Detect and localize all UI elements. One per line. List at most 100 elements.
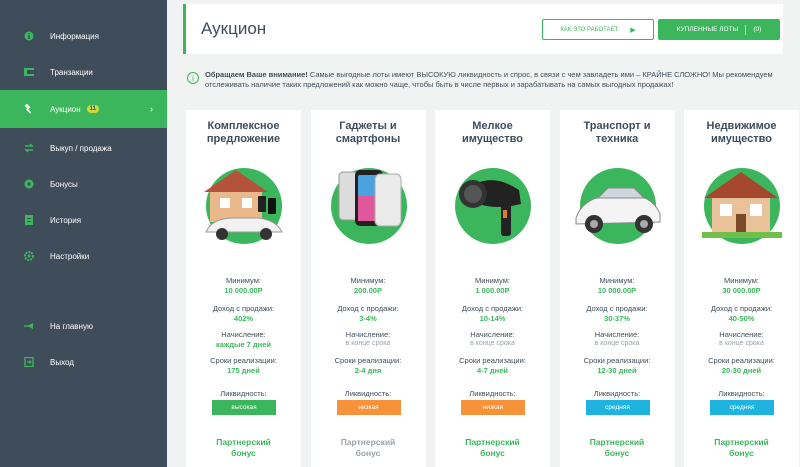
terms-label: Сроки реализации:	[708, 356, 775, 365]
sidebar-item-bonuses[interactable]: Бонусы	[0, 166, 167, 202]
hammer-icon	[24, 104, 34, 114]
text-span: техника	[595, 133, 639, 145]
how-it-works-button[interactable]: КАК ЭТО РАБОТАЕТ ▶	[542, 19, 654, 40]
terms-value: 4-7 дней	[477, 366, 508, 375]
sidebar-item-label: Информация	[50, 31, 99, 41]
accrual-label: Начисление:	[470, 330, 515, 339]
divider	[745, 24, 747, 35]
income-value: 30-37%	[604, 314, 630, 323]
lot-card[interactable]: Транспорт и техника Минимум: 10 000.00Р Д…	[559, 110, 675, 467]
text-span: бонус	[480, 448, 505, 458]
history-icon	[24, 215, 34, 225]
purchased-lots-label: КУПЛЕННЫЕ ЛОТЫ	[676, 26, 739, 33]
info-icon: i	[187, 72, 199, 84]
liquidity-badge: средняя	[710, 400, 774, 415]
sidebar-item-info[interactable]: Информация	[0, 18, 167, 54]
text-span: предложение	[206, 133, 281, 145]
bonus-icon	[24, 179, 34, 189]
purchased-lots-count: (0)	[753, 26, 762, 33]
terms-label: Сроки реализации:	[583, 356, 651, 365]
house-car-icon	[204, 168, 283, 244]
min-label: Минимум:	[226, 276, 261, 285]
accrual-value: в конце срока	[719, 340, 764, 347]
sidebar-item-label: Аукцион	[50, 104, 81, 114]
partner-bonus-label: Партнерский бонус	[684, 437, 799, 459]
sidebar-item-logout[interactable]: Выход	[0, 344, 167, 380]
liquidity-label: Ликвидность:	[718, 389, 765, 398]
text-span: имущество	[462, 133, 523, 145]
text-span: смартфоны	[335, 133, 401, 145]
lot-card[interactable]: Комплексное предложение Минимум: 10 000.0…	[186, 110, 301, 467]
page-title: Аукцион	[201, 19, 267, 38]
liquidity-badge: высокая	[212, 400, 276, 415]
exchange-icon	[24, 143, 34, 153]
sidebar-item-settings[interactable]: Настройки	[0, 238, 167, 274]
lot-card[interactable]: Недвижимое имущество Минимум: 30 000.00Р …	[684, 110, 799, 467]
liquidity-badge: низкая	[336, 400, 401, 415]
terms-value: 20-30 дней	[721, 366, 762, 375]
min-value: 10 000.00Р	[597, 286, 637, 295]
income-value: 40-50%	[728, 314, 755, 323]
lot-card-title: Комплексное предложение	[186, 120, 301, 146]
terms-label: Сроки реализации:	[459, 356, 526, 365]
min-label: Минимум:	[724, 276, 759, 285]
terms-value: 175 дней	[227, 366, 260, 375]
sidebar-item-label: Настройки	[50, 251, 90, 261]
income-value: 10-14%	[479, 314, 506, 323]
text-span: Мелкое	[472, 120, 513, 132]
text-span: Гаджеты и	[339, 120, 397, 132]
income-label: Доход с продажи:	[710, 304, 773, 313]
sidebar-item-home[interactable]: На главную	[0, 308, 167, 344]
accrual-label: Начисление:	[719, 330, 764, 339]
min-label: Минимум:	[475, 276, 510, 285]
income-value: 3-4%	[359, 314, 377, 323]
page-header: Аукцион КАК ЭТО РАБОТАЕТ ▶ КУПЛЕННЫЕ ЛОТ…	[183, 4, 783, 54]
sidebar-item-label: На главную	[50, 321, 93, 331]
text-span: Партнерский	[216, 437, 271, 447]
sidebar-item-auction[interactable]: Аукцион 11 ›	[0, 90, 167, 128]
accrual-label: Начисление:	[221, 330, 266, 339]
purchased-lots-button[interactable]: КУПЛЕННЫЕ ЛОТЫ (0)	[658, 19, 780, 40]
liquidity-label: Ликвидность:	[593, 389, 641, 398]
accrual-value: в конце срока	[594, 340, 640, 347]
sidebar-item-label: Бонусы	[50, 179, 78, 189]
play-icon: ▶	[630, 26, 636, 34]
settings-icon	[24, 251, 34, 261]
liquidity-label: Ликвидность:	[344, 389, 392, 398]
transactions-icon	[24, 67, 34, 77]
lot-card-title: Транспорт и техника	[560, 120, 675, 146]
income-label: Доход с продажи:	[461, 304, 524, 313]
notice-bold: Обращаем Ваше внимание!	[205, 70, 308, 79]
min-value: 30 000.00Р	[722, 286, 761, 295]
text-span: Партнерский	[465, 437, 520, 447]
min-label: Минимум:	[599, 276, 635, 285]
liquidity-label: Ликвидность:	[469, 389, 516, 398]
sidebar-item-transactions[interactable]: Транзакции	[0, 54, 167, 90]
min-value: 200.00Р	[354, 286, 382, 295]
partner-bonus-label: Партнерский бонус	[311, 437, 426, 459]
partner-bonus-label: Партнерский бонус	[186, 437, 301, 459]
terms-label: Сроки реализации:	[334, 356, 402, 365]
lot-card[interactable]: Мелкое имущество Минимум: 1 000.00Р Доход…	[435, 110, 550, 467]
hairdryer-icon	[455, 168, 531, 244]
lot-card-title: Недвижимое имущество	[684, 120, 799, 146]
lot-card[interactable]: Гаджеты и смартфоны Минимум: 200.00Р Дохо…	[310, 110, 426, 467]
accrual-value: в конце срока	[345, 340, 391, 347]
lot-card-title: Мелкое имущество	[435, 120, 550, 146]
terms-label: Сроки реализации:	[210, 356, 277, 365]
sidebar-item-history[interactable]: История	[0, 202, 167, 238]
text-span: Транспорт и	[583, 120, 651, 132]
text-span: бонус	[231, 448, 256, 458]
text-span: Партнерский	[340, 437, 396, 447]
text-span: бонус	[355, 448, 381, 458]
text-span: бонус	[729, 448, 754, 458]
liquidity-badge: средняя	[585, 400, 650, 415]
sidebar-item-exchange[interactable]: Выкуп / продажа	[0, 130, 167, 166]
accrual-label: Начисление:	[345, 330, 391, 339]
terms-value: 2-4 дня	[354, 366, 382, 375]
terms-value: 12-30 дней	[597, 366, 637, 375]
home-icon	[24, 321, 34, 331]
logout-icon	[24, 357, 34, 367]
min-value: 10 000.00Р	[224, 286, 263, 295]
partner-bonus-label: Партнерский бонус	[435, 437, 550, 459]
